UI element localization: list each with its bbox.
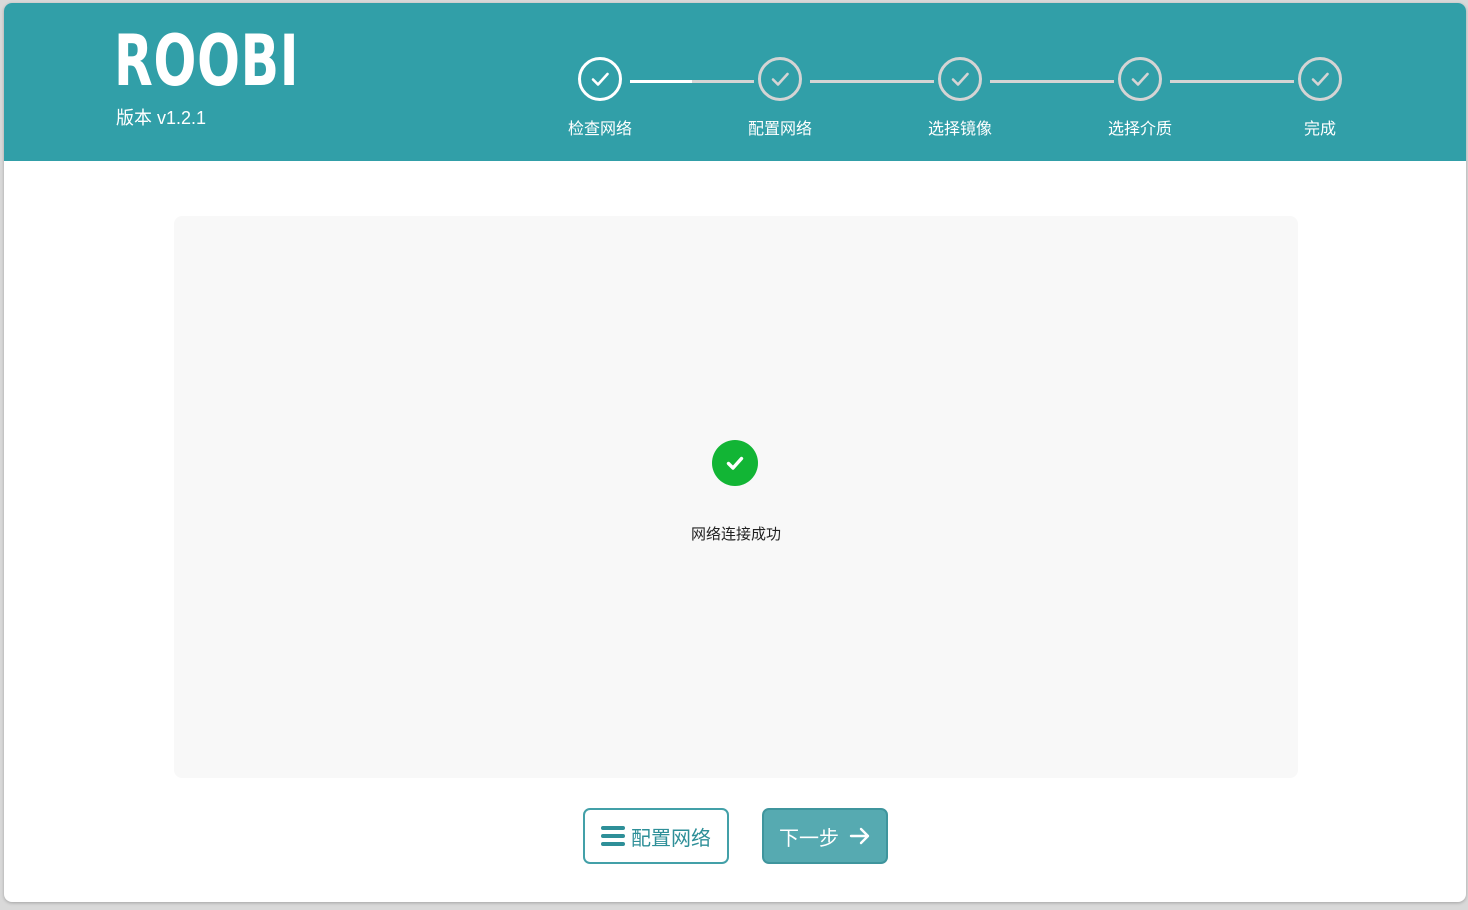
check-mark-icon [726, 456, 744, 470]
step-label: 完成 [1303, 121, 1336, 138]
config-network-label: 配置网络 [631, 827, 711, 850]
step-circle [758, 57, 802, 101]
status-message: 网络连接成功 [690, 526, 781, 543]
step-label: 选择镜像 [927, 121, 992, 138]
step-circle [1118, 57, 1162, 101]
arrow-right-icon [849, 826, 871, 846]
app-window: ROOBI 版本 v1.2.1 检查网络 配置网络 选择镜像 选择介质 完成 网… [4, 3, 1466, 902]
check-icon [771, 72, 789, 86]
config-network-button[interactable]: 配置网络 [583, 808, 729, 864]
step-label: 检查网络 [567, 121, 632, 138]
check-icon [951, 72, 969, 86]
step-select-image[interactable]: 选择镜像 [900, 57, 1020, 139]
step-label: 配置网络 [747, 121, 812, 138]
next-step-label: 下一步 [779, 827, 839, 850]
step-config-network[interactable]: 配置网络 [720, 57, 840, 139]
header: ROOBI 版本 v1.2.1 检查网络 配置网络 选择镜像 选择介质 完成 [4, 3, 1466, 161]
stepper: 检查网络 配置网络 选择镜像 选择介质 完成 [4, 3, 1466, 161]
check-icon [1131, 72, 1149, 86]
success-check-icon [712, 440, 758, 486]
step-check-network[interactable]: 检查网络 [540, 57, 660, 139]
step-select-media[interactable]: 选择介质 [1080, 57, 1200, 139]
step-label: 选择介质 [1107, 121, 1172, 138]
menu-icon [601, 825, 625, 847]
step-circle [1298, 57, 1342, 101]
check-icon [591, 72, 609, 86]
next-step-button[interactable]: 下一步 [762, 808, 888, 864]
step-circle [938, 57, 982, 101]
step-finish[interactable]: 完成 [1260, 57, 1380, 139]
step-circle [578, 57, 622, 101]
status-panel: 网络连接成功 [174, 216, 1298, 778]
check-icon [1311, 72, 1329, 86]
